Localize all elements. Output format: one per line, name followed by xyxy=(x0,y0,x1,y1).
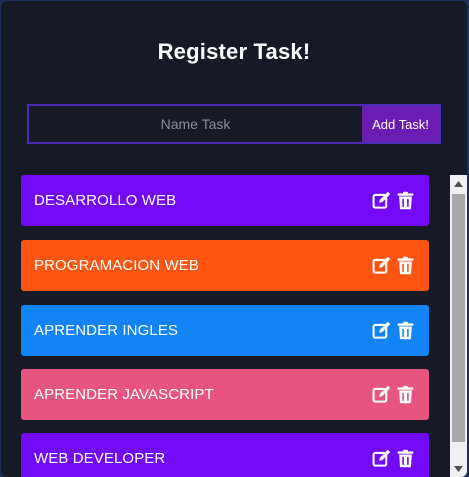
task-label: APRENDER JAVASCRIPT xyxy=(34,386,214,403)
task-name-input[interactable] xyxy=(29,106,362,142)
task-label: WEB DEVELOPER xyxy=(34,450,166,467)
task-label: APRENDER INGLES xyxy=(34,322,179,339)
task-list: DESARROLLO WEB PROGRAMACION WEB APRENDER… xyxy=(1,175,467,477)
task-item: APRENDER JAVASCRIPT xyxy=(21,369,429,420)
task-item: APRENDER INGLES xyxy=(21,305,429,356)
task-app: Register Task! Add Task! DESARROLLO WEB … xyxy=(1,1,467,477)
edit-icon[interactable] xyxy=(372,449,391,468)
task-item: DESARROLLO WEB xyxy=(21,175,429,226)
edit-icon[interactable] xyxy=(372,256,391,275)
task-item: WEB DEVELOPER xyxy=(21,433,429,477)
task-actions xyxy=(372,385,415,404)
task-label: DESARROLLO WEB xyxy=(34,192,177,209)
page-title: Register Task! xyxy=(157,39,311,64)
task-actions xyxy=(372,191,415,210)
trash-icon[interactable] xyxy=(396,385,415,404)
task-label: PROGRAMACION WEB xyxy=(34,257,199,274)
task-actions xyxy=(372,321,415,340)
edit-icon[interactable] xyxy=(372,385,391,404)
scrollbar-thumb[interactable] xyxy=(452,194,465,442)
scroll-down-arrow-icon[interactable] xyxy=(450,460,467,477)
task-item: PROGRAMACION WEB xyxy=(21,240,429,291)
scroll-up-arrow-icon[interactable] xyxy=(450,175,467,192)
task-list-scrollbar[interactable] xyxy=(450,175,467,477)
trash-icon[interactable] xyxy=(396,449,415,468)
trash-icon[interactable] xyxy=(396,191,415,210)
task-actions xyxy=(372,449,415,468)
edit-icon[interactable] xyxy=(372,321,391,340)
edit-icon[interactable] xyxy=(372,191,391,210)
task-form: Add Task! xyxy=(27,104,441,144)
trash-icon[interactable] xyxy=(396,321,415,340)
add-task-button[interactable]: Add Task! xyxy=(362,106,439,142)
trash-icon[interactable] xyxy=(396,256,415,275)
task-actions xyxy=(372,256,415,275)
